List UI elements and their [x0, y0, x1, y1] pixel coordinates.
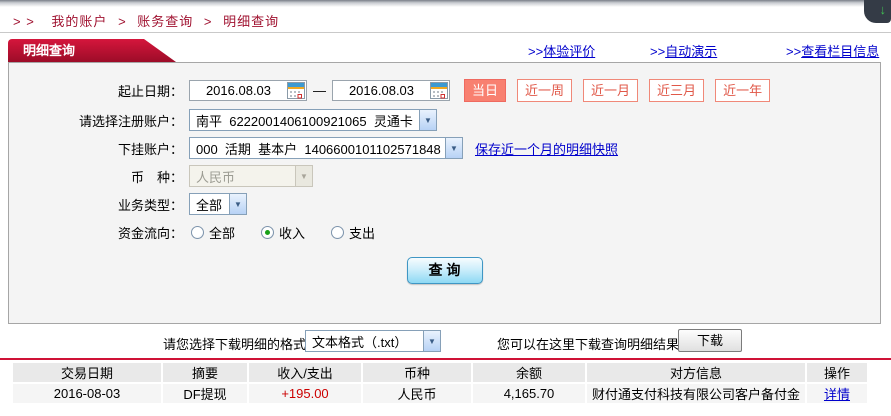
tab-detail-query[interactable]: 明细查询 — [8, 39, 176, 62]
col-amount: 收入/支出 — [249, 363, 361, 382]
flow-option-income[interactable]: 收入 — [261, 223, 305, 242]
query-button[interactable]: 查 询 — [406, 257, 483, 284]
col-balance: 余额 — [473, 363, 585, 382]
end-date-value[interactable]: 2016.08.03 — [333, 83, 430, 98]
breadcrumb-item-detail-query[interactable]: 明细查询 — [223, 14, 279, 29]
chevron-down-icon[interactable]: ▼ — [419, 110, 436, 130]
transaction-table: 交易日期 摘要 收入/支出 币种 余额 对方信息 操作 2016-08-03 D… — [11, 361, 869, 405]
radio-unchecked-icon[interactable] — [331, 225, 345, 239]
business-type-row: 业务类型： 全部 ▼ — [9, 192, 880, 216]
radio-unchecked-icon[interactable] — [191, 225, 204, 239]
start-date-input[interactable]: 2016.08.03 — [189, 79, 307, 101]
link-label: 体验评价 — [543, 44, 596, 59]
link-label: 自动演示 — [665, 44, 718, 59]
detail-link[interactable]: 详情 — [824, 387, 850, 402]
calendar-icon[interactable] — [430, 81, 448, 99]
sub-account-select[interactable]: 000 活期 基本户 1406600101102571848 ▼ — [189, 137, 463, 159]
save-snapshot-link[interactable]: 保存近一个月的明细快照 — [475, 139, 618, 158]
registered-account-row: 请选择注册账户： 南平 6222001406100921065 灵通卡 ▼ — [9, 108, 880, 132]
top-shadow — [0, 0, 891, 7]
breadcrumb: > > 我的账户 > 账务查询 > 明细查询 — [13, 11, 279, 30]
currency-select: 人民币 ▼ — [189, 165, 313, 187]
link-label: 查看栏目信息 — [801, 44, 880, 59]
cell-action: 详情 — [807, 384, 867, 403]
currency-label: 币 种： — [130, 169, 183, 185]
start-date-value[interactable]: 2016.08.03 — [190, 83, 287, 98]
radio-checked-icon[interactable] — [261, 225, 275, 239]
currency-value: 人民币 — [196, 169, 236, 185]
chevron-down-icon: ▼ — [295, 166, 312, 186]
link-prefix: >> — [650, 44, 666, 59]
cell-trade-date: 2016-08-03 — [13, 384, 161, 403]
date-range-label: 起止日期： — [117, 83, 183, 99]
link-prefix: >> — [786, 44, 802, 59]
col-currency: 币种 — [363, 363, 471, 382]
breadcrumb-separator: > — [203, 14, 213, 29]
sub-account-value: 000 活期 基本户 1406600101102571848 — [196, 141, 441, 157]
col-counterparty: 对方信息 — [587, 363, 805, 382]
business-type-select[interactable]: 全部 ▼ — [189, 193, 247, 215]
download-indicator[interactable]: ↓ — [864, 0, 891, 23]
date-range-separator: — — [313, 82, 326, 98]
calendar-icon[interactable] — [287, 81, 305, 99]
fund-flow-label: 资金流向： — [117, 225, 183, 241]
link-prefix: >> — [528, 44, 544, 59]
query-form-panel: 起止日期： 2016.08.03 — 2016.08.03 当日 近一周 近一月… — [8, 62, 881, 324]
green-down-arrow-icon: ↓ — [879, 2, 887, 17]
registered-account-value: 南平 6222001406100921065 灵通卡 — [196, 113, 413, 129]
download-format-select[interactable]: 文本格式（.txt） ▼ — [305, 330, 441, 352]
registered-account-label: 请选择注册账户： — [78, 113, 183, 129]
quick-range-year-button[interactable]: 近一年 — [715, 78, 771, 102]
cell-amount: +195.00 — [249, 384, 361, 403]
breadcrumb-prefix-icon: > > — [13, 14, 35, 29]
cell-currency: 人民币 — [363, 384, 471, 403]
chevron-down-icon[interactable]: ▼ — [229, 194, 246, 214]
quick-range-today-button[interactable]: 当日 — [464, 78, 507, 102]
col-summary: 摘要 — [163, 363, 247, 382]
quick-range-quarter-button[interactable]: 近三月 — [649, 78, 705, 102]
table-top-divider — [0, 358, 891, 360]
cell-balance: 4,165.70 — [473, 384, 585, 403]
detail-query-page: ↓ > > 我的账户 > 账务查询 > 明细查询 明细查询 >>体验评价 >>自… — [0, 0, 891, 416]
download-hint: 您可以在这里下载查询明细结果 — [497, 337, 680, 352]
breadcrumb-divider — [0, 32, 891, 33]
business-type-value: 全部 — [196, 197, 223, 213]
breadcrumb-item-account-query[interactable]: 账务查询 — [137, 14, 193, 29]
breadcrumb-separator: > — [118, 14, 127, 29]
flow-option-all-label: 全部 — [209, 225, 236, 241]
flow-option-income-label: 收入 — [279, 225, 306, 241]
flow-option-expense-label: 支出 — [349, 225, 376, 241]
breadcrumb-item-my-account[interactable]: 我的账户 — [51, 14, 107, 29]
registered-account-select[interactable]: 南平 6222001406100921065 灵通卡 ▼ — [189, 109, 437, 131]
date-range-row: 起止日期： 2016.08.03 — 2016.08.03 当日 近一周 近一月… — [9, 78, 880, 102]
download-button[interactable]: 下载 — [678, 329, 742, 352]
chevron-down-icon[interactable]: ▼ — [445, 138, 462, 158]
cell-summary: DF提现 — [163, 384, 247, 403]
fund-flow-row: 资金流向： 全部 收入 支出 — [9, 220, 880, 244]
quick-range-month-button[interactable]: 近一月 — [583, 78, 639, 102]
table-header-row: 交易日期 摘要 收入/支出 币种 余额 对方信息 操作 — [13, 363, 867, 382]
download-format-label: 请您选择下载明细的格式 — [163, 337, 307, 352]
cell-counterparty: 财付通支付科技有限公司客户备付金 — [587, 384, 805, 403]
col-action: 操作 — [807, 363, 867, 382]
link-experience-rating[interactable]: >>体验评价 — [528, 41, 595, 60]
chevron-down-icon[interactable]: ▼ — [423, 331, 440, 351]
col-trade-date: 交易日期 — [13, 363, 161, 382]
end-date-input[interactable]: 2016.08.03 — [332, 79, 450, 101]
flow-option-all[interactable]: 全部 — [191, 223, 235, 242]
table-row: 2016-08-03 DF提现 +195.00 人民币 4,165.70 财付通… — [13, 384, 867, 403]
sub-account-row: 下挂账户： 000 活期 基本户 1406600101102571848 ▼ 保… — [9, 136, 880, 160]
currency-row: 币 种： 人民币 ▼ — [9, 164, 880, 188]
link-view-column-info[interactable]: >>查看栏目信息 — [786, 41, 879, 60]
link-auto-demo[interactable]: >>自动演示 — [650, 41, 717, 60]
flow-option-expense[interactable]: 支出 — [331, 223, 375, 242]
sub-account-label: 下挂账户： — [117, 141, 183, 157]
quick-range-week-button[interactable]: 近一周 — [517, 78, 573, 102]
business-type-label: 业务类型： — [117, 197, 183, 213]
download-format-value: 文本格式（.txt） — [312, 334, 408, 350]
